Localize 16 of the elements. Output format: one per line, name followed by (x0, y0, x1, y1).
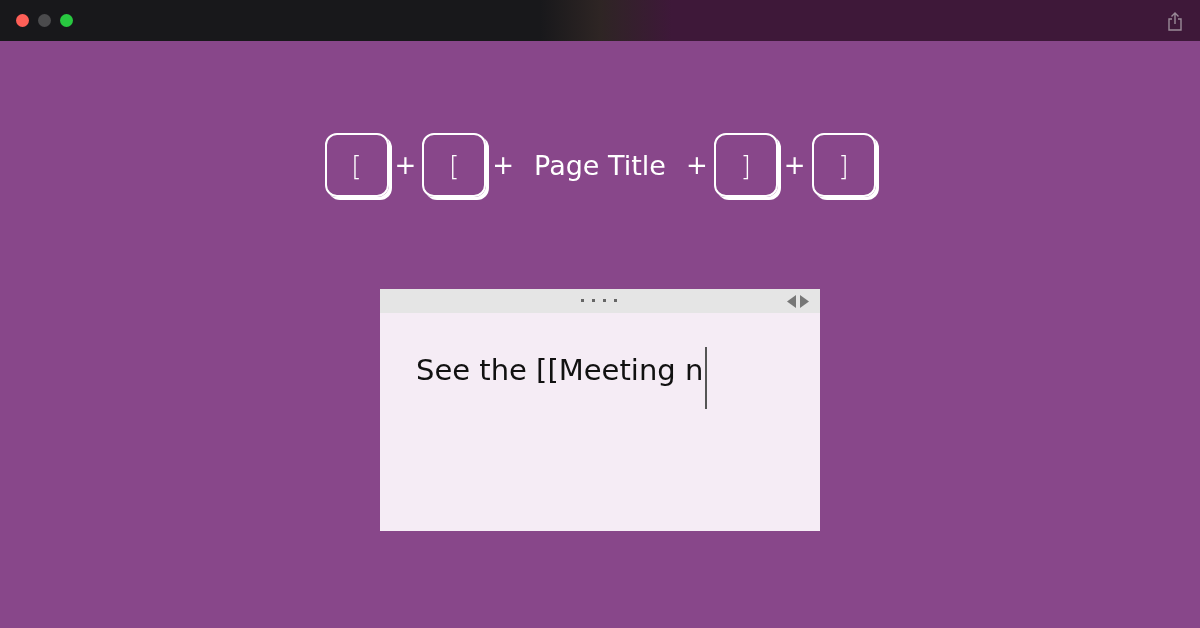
close-button[interactable] (16, 14, 29, 27)
keyboard-key: [ (422, 133, 487, 197)
zoom-button[interactable] (60, 14, 73, 27)
plus-sign: + (394, 150, 417, 180)
share-icon[interactable] (1166, 10, 1184, 31)
plus-sign: + (492, 150, 515, 180)
page-title-label: Page Title (534, 149, 666, 181)
left-right-arrows-icon[interactable] (785, 295, 811, 308)
keyboard-key: [ (324, 133, 389, 197)
keyboard-key: ] (811, 133, 876, 197)
note-text[interactable]: See the [[Meeting n (416, 353, 704, 387)
plus-sign: + (783, 150, 806, 180)
drag-handle-icon[interactable] (580, 298, 620, 304)
keyboard-key: ] (713, 133, 778, 197)
plus-sign: + (685, 150, 708, 180)
text-cursor (705, 347, 708, 409)
